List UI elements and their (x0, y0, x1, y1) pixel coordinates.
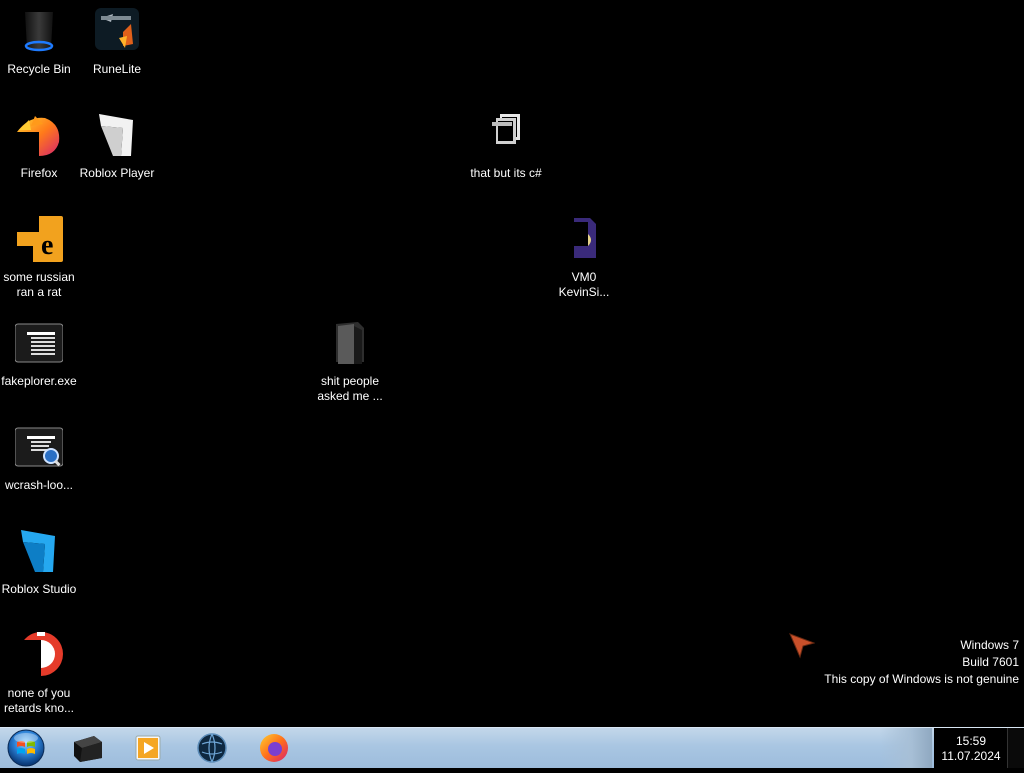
taskbar-pinned-globe[interactable] (186, 730, 238, 766)
watermark-build: Build 7601 (824, 654, 1019, 671)
desktop-icon-label: fakeplorer.exe (0, 374, 78, 389)
windows-activation-watermark: Windows 7 Build 7601 This copy of Window… (824, 637, 1019, 688)
dark-window-icon (70, 732, 106, 764)
desktop-icon-roblox-player[interactable]: Roblox Player (78, 112, 156, 181)
firefox-icon (256, 732, 292, 764)
roblox-studio-icon (15, 528, 63, 576)
desktop-icon-fakeplorer[interactable]: fakeplorer.exe (0, 320, 78, 389)
application-window-icon (15, 320, 63, 368)
recycle-bin-icon (15, 8, 63, 56)
desktop-icon-label: wcrash-loo... (0, 478, 78, 493)
desktop-icon-that-but-csharp[interactable]: that but its c# (467, 112, 545, 181)
svg-text:e: e (41, 230, 53, 261)
desktop-icon-runelite[interactable]: RuneLite (78, 8, 156, 77)
firefox-icon (15, 112, 63, 160)
desktop-icon-vm0[interactable]: VM0 KevinSi... (545, 216, 623, 300)
shortcut-app-icon (15, 632, 63, 680)
desktop-icon-label: Firefox (0, 166, 78, 181)
watermark-os-name: Windows 7 (824, 637, 1019, 654)
stacked-windows-icon (482, 112, 530, 160)
taskbar-pinned-media-player[interactable] (122, 730, 174, 766)
start-button[interactable] (4, 728, 48, 768)
show-desktop-button[interactable] (1007, 728, 1024, 768)
desktop: Recycle Bin RuneLite (0, 0, 1024, 728)
desktop-icon-label: shit people asked me ... (311, 374, 389, 404)
clock-time: 15:59 (934, 734, 1008, 749)
globe-icon (194, 732, 230, 764)
desktop-icon-label: RuneLite (78, 62, 156, 77)
windows-orb-icon (4, 728, 48, 768)
desktop-icon-some-russian[interactable]: e some russian ran a rat (0, 216, 78, 300)
system-tray-clock[interactable]: 15:59 11.07.2024 (934, 728, 1008, 768)
desktop-icon-firefox[interactable]: Firefox (0, 112, 78, 181)
taskbar: 15:59 11.07.2024 (0, 727, 1024, 768)
desktop-icon-recycle-bin[interactable]: Recycle Bin (0, 8, 78, 77)
desktop-icon-label: some russian ran a rat (0, 270, 78, 300)
taskbar-shading (880, 728, 932, 768)
folder-icon (326, 320, 374, 368)
roblox-player-icon (93, 112, 141, 160)
desktop-icon-shit-people[interactable]: shit people asked me ... (311, 320, 389, 404)
taskbar-pinned-explorer[interactable] (62, 730, 114, 766)
document-icon: e (15, 216, 63, 264)
desktop-icon-none-of-you[interactable]: none of you retards kno... (0, 632, 78, 716)
desktop-icon-label: Roblox Player (78, 166, 156, 181)
desktop-icon-wcrash[interactable]: wcrash-loo... (0, 424, 78, 493)
clock-date: 11.07.2024 (934, 749, 1008, 764)
application-search-icon (15, 424, 63, 472)
desktop-icon-label: that but its c# (461, 166, 551, 181)
desktop-icon-label: Roblox Studio (0, 582, 78, 597)
media-player-icon (130, 732, 166, 764)
file-icon (560, 216, 608, 264)
mouse-cursor (789, 633, 815, 659)
watermark-genuine-notice: This copy of Windows is not genuine (824, 671, 1019, 688)
desktop-icon-label: Recycle Bin (0, 62, 78, 77)
runelite-icon (93, 8, 141, 56)
desktop-icon-label: none of you retards kno... (0, 686, 78, 716)
desktop-icon-label: VM0 KevinSi... (545, 270, 623, 300)
desktop-icon-roblox-studio[interactable]: Roblox Studio (0, 528, 78, 597)
taskbar-pinned-firefox[interactable] (248, 730, 300, 766)
